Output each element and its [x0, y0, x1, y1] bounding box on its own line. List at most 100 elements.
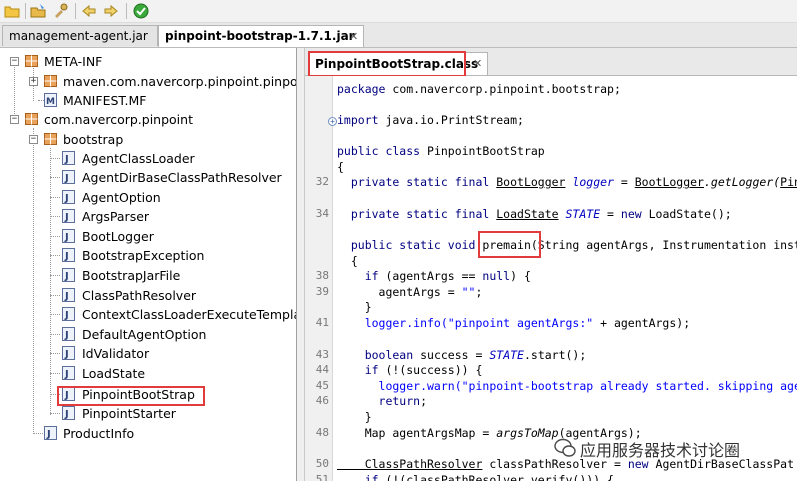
line-number: 44 [315, 363, 329, 376]
tree-item-class[interactable]: J DefaultAgentOption [0, 325, 296, 344]
java-class-icon: J [44, 426, 57, 440]
tree-line [50, 158, 60, 159]
watermark: 应用服务器技术讨论圈 [552, 435, 792, 461]
tree-item-class[interactable]: J ArgsParser [0, 207, 296, 226]
tree-line [50, 334, 60, 335]
java-class-icon: J [62, 268, 75, 282]
package-icon [44, 75, 57, 87]
package-icon [44, 133, 57, 145]
code-line-close2: } [337, 410, 372, 424]
tree-item-class[interactable]: J BootLogger [0, 227, 296, 246]
tree-item-class[interactable]: J AgentOption [0, 188, 296, 207]
line-number: 51 [315, 473, 329, 481]
tree-item-class[interactable]: J BootstrapException [0, 246, 296, 265]
java-class-icon: J [62, 307, 75, 321]
tree-line [50, 413, 60, 414]
collapse-toggle-icon[interactable]: − [10, 57, 19, 66]
svg-text:J: J [64, 349, 69, 360]
tree-item-class[interactable]: J IdValidator [0, 344, 296, 363]
code-line-brace2: { [337, 254, 358, 268]
close-icon[interactable]: ✕ [349, 26, 358, 47]
tab-label: management-agent.jar [9, 29, 148, 43]
tree-item-bootstrap[interactable]: − bootstrap [0, 130, 296, 149]
tree-item-class[interactable]: J AgentDirBaseClassPathResolver [0, 168, 296, 187]
tree-line [50, 236, 60, 237]
java-class-icon: J [62, 406, 75, 420]
file-tab-bar: management-agent.jar pinpoint-bootstrap-… [0, 23, 797, 48]
code-line-class: public class PinpointBootStrap [337, 144, 545, 158]
tree-item-com-navercorp-pinpoint[interactable]: − com.navercorp.pinpoint [0, 110, 296, 129]
code-line-premain: public static void premain(String agentA… [337, 238, 797, 252]
line-number: 41 [315, 316, 329, 329]
code-line-32: private static final BootLogger logger =… [337, 175, 797, 189]
open-folder-icon[interactable] [4, 3, 20, 19]
tree-line [50, 197, 60, 198]
tree-item-class[interactable]: J ContextClassLoaderExecuteTemplate [0, 305, 296, 324]
svg-text:M: M [46, 97, 55, 107]
tree-line [50, 353, 60, 354]
code-line-brace: { [337, 160, 344, 174]
tree-item-class[interactable]: J PinpointStarter [0, 404, 296, 423]
code-line-39: agentArgs = ""; [337, 285, 483, 299]
svg-text:J: J [64, 212, 69, 223]
expand-fold-icon[interactable]: + [328, 117, 337, 126]
line-number: 48 [315, 426, 329, 439]
toolbar-separator [126, 3, 127, 19]
toolbar-separator [25, 3, 26, 19]
line-number: 32 [315, 175, 329, 188]
expand-toggle-icon[interactable]: + [29, 77, 38, 86]
tree-line [50, 216, 60, 217]
tree-item-class[interactable]: J BootstrapJarFile [0, 266, 296, 285]
tree-item-meta-inf[interactable]: − META-INF [0, 52, 296, 71]
close-icon[interactable]: ✕ [473, 53, 482, 75]
back-arrow-icon[interactable] [81, 3, 97, 19]
tree-item-class[interactable]: J ClassPathResolver [0, 286, 296, 305]
java-class-icon: J [62, 170, 75, 184]
package-tree: − META-INF + maven.com.navercorp.pinpoin… [0, 48, 297, 481]
line-number: 46 [315, 394, 329, 407]
code-line-38: if (agentArgs == null) { [337, 269, 531, 283]
tree-item-class[interactable]: J AgentClassLoader [0, 149, 296, 168]
code-line-import: import java.io.PrintStream; [337, 113, 524, 127]
code-line-44: if (!(success)) { [337, 363, 483, 377]
svg-text:J: J [64, 271, 69, 282]
highlight-box [308, 51, 466, 77]
line-number: 34 [315, 207, 329, 220]
java-class-icon: J [62, 346, 75, 360]
save-icon[interactable] [30, 3, 46, 19]
tree-line [50, 295, 60, 296]
package-icon [25, 55, 38, 67]
line-number: 39 [315, 285, 329, 298]
code-line-45: logger.warn("pinpoint-bootstrap already … [337, 379, 797, 393]
collapse-toggle-icon[interactable]: − [10, 115, 19, 124]
svg-text:J: J [64, 193, 69, 204]
svg-text:J: J [64, 409, 69, 420]
toolbar [0, 0, 797, 23]
line-number: 43 [315, 348, 329, 361]
code-line-46: return; [337, 394, 428, 408]
open-type-icon[interactable] [52, 3, 68, 19]
code-line-41: logger.info("pinpoint agentArgs:" + agen… [337, 316, 691, 330]
collapse-toggle-icon[interactable]: − [29, 135, 38, 144]
tab-management-agent-jar[interactable]: management-agent.jar [2, 25, 158, 46]
tree-item-class[interactable]: J LoadState [0, 364, 296, 383]
tree-item-product-info[interactable]: J ProductInfo [0, 424, 296, 443]
tab-pinpoint-bootstrap-jar[interactable]: pinpoint-bootstrap-1.7.1.jar ✕ [158, 25, 364, 47]
line-number: 38 [315, 269, 329, 282]
svg-text:J: J [64, 330, 69, 341]
panel-splitter[interactable] [297, 48, 305, 481]
highlight-box [57, 386, 205, 406]
line-number: 45 [315, 379, 329, 392]
svg-text:J: J [64, 154, 69, 165]
watermark-text: 应用服务器技术讨论圈 [580, 441, 741, 460]
tree-item-maven-package[interactable]: + maven.com.navercorp.pinpoint.pinpoint- [0, 72, 296, 91]
svg-text:J: J [64, 310, 69, 321]
tree-item-manifest[interactable]: M MANIFEST.MF [0, 91, 296, 110]
code-line-close1: } [337, 300, 372, 314]
tree-line [50, 177, 60, 178]
tab-label: pinpoint-bootstrap-1.7.1.jar [165, 29, 355, 43]
check-icon[interactable] [133, 3, 149, 19]
forward-arrow-icon[interactable] [103, 3, 119, 19]
java-class-icon: J [62, 190, 75, 204]
code-editor[interactable]: 32 34 38 39 41 43 44 45 46 48 50 51 + pa… [305, 76, 797, 481]
